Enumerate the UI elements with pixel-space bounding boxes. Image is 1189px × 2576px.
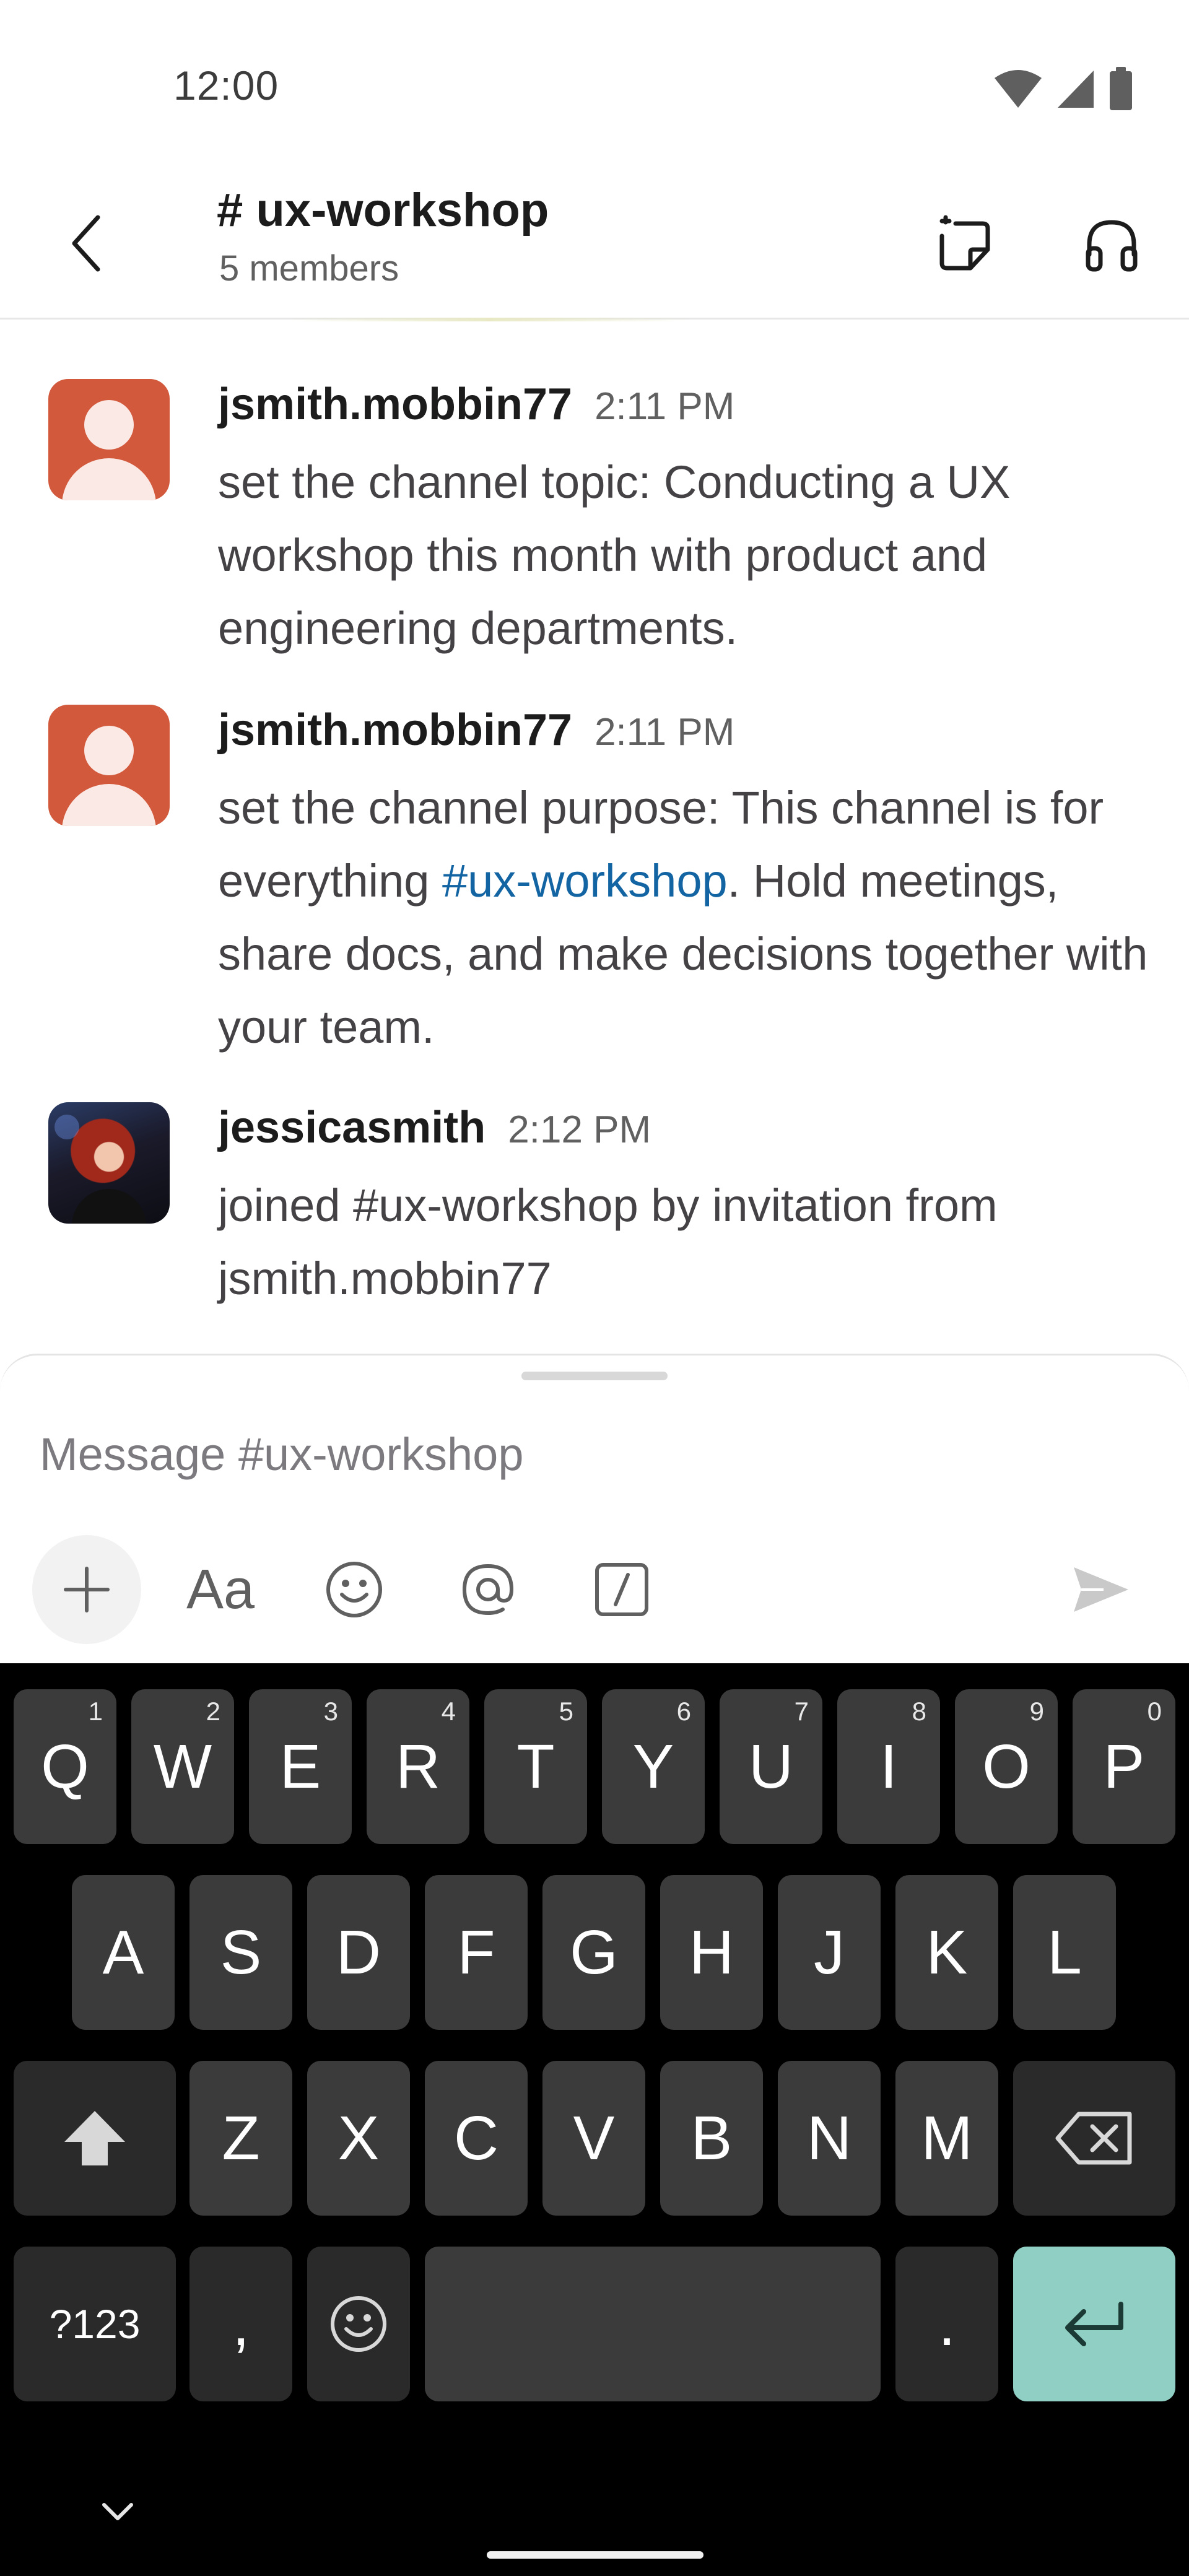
member-count[interactable]: 5 members xyxy=(219,248,399,289)
message-time: 2:11 PM xyxy=(594,385,735,428)
status-icons xyxy=(993,67,1133,111)
message-text: set the channel topic: Conducting a UX w… xyxy=(218,456,1011,654)
key-v[interactable]: V xyxy=(542,2061,645,2216)
key-k[interactable]: K xyxy=(895,1875,998,2030)
key-l[interactable]: L xyxy=(1013,1875,1116,2030)
key-d[interactable]: D xyxy=(307,1875,410,2030)
key-e[interactable]: E3 xyxy=(249,1689,352,1844)
canvas-button[interactable] xyxy=(923,204,1003,285)
key-g[interactable]: G xyxy=(542,1875,645,2030)
message-author[interactable]: jsmith.mobbin77 2:11 PM xyxy=(218,705,734,755)
key-b[interactable]: B xyxy=(660,2061,763,2216)
message-author[interactable]: jessicasmith 2:12 PM xyxy=(218,1102,651,1153)
key-p[interactable]: P0 xyxy=(1073,1689,1175,1844)
user-avatar[interactable] xyxy=(48,705,170,826)
key-q[interactable]: Q1 xyxy=(14,1689,116,1844)
key-m[interactable]: M xyxy=(895,2061,998,2216)
key-z[interactable]: Z xyxy=(189,2061,292,2216)
key-u[interactable]: U7 xyxy=(720,1689,822,1844)
enter-icon xyxy=(1065,2302,1123,2346)
emoji-icon xyxy=(326,1562,382,1617)
send-icon xyxy=(1074,1567,1128,1612)
chevron-down-icon xyxy=(102,2503,133,2520)
message-composer: Aa xyxy=(0,1354,1189,1663)
backspace-key[interactable] xyxy=(1013,2061,1175,2216)
backspace-icon xyxy=(1055,2112,1132,2165)
message-input[interactable] xyxy=(40,1420,1092,1488)
key-w[interactable]: W2 xyxy=(131,1689,234,1844)
status-bar: 12:00 xyxy=(0,0,1189,167)
slash-command-icon xyxy=(595,1563,648,1616)
key-y[interactable]: Y6 xyxy=(602,1689,705,1844)
status-time: 12:00 xyxy=(173,63,279,108)
wifi-icon xyxy=(995,70,1042,108)
loading-indicator xyxy=(291,318,687,321)
channel-header: # ux-workshop 5 members xyxy=(0,167,1189,321)
key-t[interactable]: T5 xyxy=(484,1689,587,1844)
mention-icon xyxy=(462,1564,514,1616)
key-i[interactable]: I8 xyxy=(837,1689,940,1844)
key-h[interactable]: H xyxy=(660,1875,763,2030)
keyboard-emoji-key[interactable] xyxy=(307,2247,410,2401)
message-text: set the channel purpose: This channel is… xyxy=(218,782,1148,1053)
channel-link[interactable]: #ux-workshop xyxy=(442,855,728,907)
message-text: joined #ux-workshop by invitation from j… xyxy=(218,1180,998,1304)
key-o[interactable]: O9 xyxy=(955,1689,1058,1844)
send-button[interactable] xyxy=(1047,1535,1156,1644)
message-author[interactable]: jsmith.mobbin77 2:11 PM xyxy=(218,379,734,430)
keyboard-hide-button[interactable] xyxy=(99,2493,136,2530)
plus-icon xyxy=(64,1567,110,1612)
back-arrow-icon xyxy=(72,215,100,272)
key-x[interactable]: X xyxy=(307,2061,410,2216)
gesture-nav-bar[interactable] xyxy=(487,2551,703,2559)
composer-drag-handle[interactable] xyxy=(521,1372,668,1380)
shift-icon xyxy=(64,2111,125,2165)
back-button[interactable] xyxy=(56,203,118,284)
text-format-button[interactable]: Aa xyxy=(166,1535,275,1644)
symbols-key[interactable]: ?123 xyxy=(14,2247,176,2401)
user-avatar[interactable] xyxy=(48,379,170,500)
soft-keyboard: Q1 W2 E3 R4 T5 Y6 U7 I8 O9 P0 A S D F G … xyxy=(0,1663,1189,2576)
message-time: 2:12 PM xyxy=(508,1108,651,1151)
attach-button[interactable] xyxy=(32,1535,141,1644)
user-avatar[interactable] xyxy=(48,1102,170,1224)
text-format-icon: Aa xyxy=(186,1558,255,1621)
message-time: 2:11 PM xyxy=(594,711,735,754)
key-j[interactable]: J xyxy=(778,1875,881,2030)
composer-toolbar: Aa xyxy=(31,1535,1164,1647)
key-f[interactable]: F xyxy=(425,1875,528,2030)
shift-key[interactable] xyxy=(14,2061,176,2216)
channel-title[interactable]: # ux-workshop xyxy=(217,183,549,237)
battery-icon xyxy=(1110,67,1132,110)
key-r[interactable]: R4 xyxy=(367,1689,469,1844)
key-a[interactable]: A xyxy=(72,1875,175,2030)
key-c[interactable]: C xyxy=(425,2061,528,2216)
emoji-button[interactable] xyxy=(300,1535,409,1644)
emoji-icon xyxy=(331,2296,386,2352)
cellular-signal-icon xyxy=(1058,71,1094,108)
comma-key[interactable]: , xyxy=(189,2247,292,2401)
key-s[interactable]: S xyxy=(189,1875,292,2030)
period-key[interactable]: . xyxy=(895,2247,998,2401)
huddle-button[interactable] xyxy=(1071,204,1152,285)
space-key[interactable] xyxy=(425,2247,881,2401)
slash-command-button[interactable] xyxy=(567,1535,676,1644)
mention-button[interactable] xyxy=(433,1535,542,1644)
huddle-headphones-icon xyxy=(1086,220,1138,272)
key-n[interactable]: N xyxy=(778,2061,881,2216)
canvas-icon xyxy=(939,215,990,271)
enter-key[interactable] xyxy=(1013,2247,1175,2401)
